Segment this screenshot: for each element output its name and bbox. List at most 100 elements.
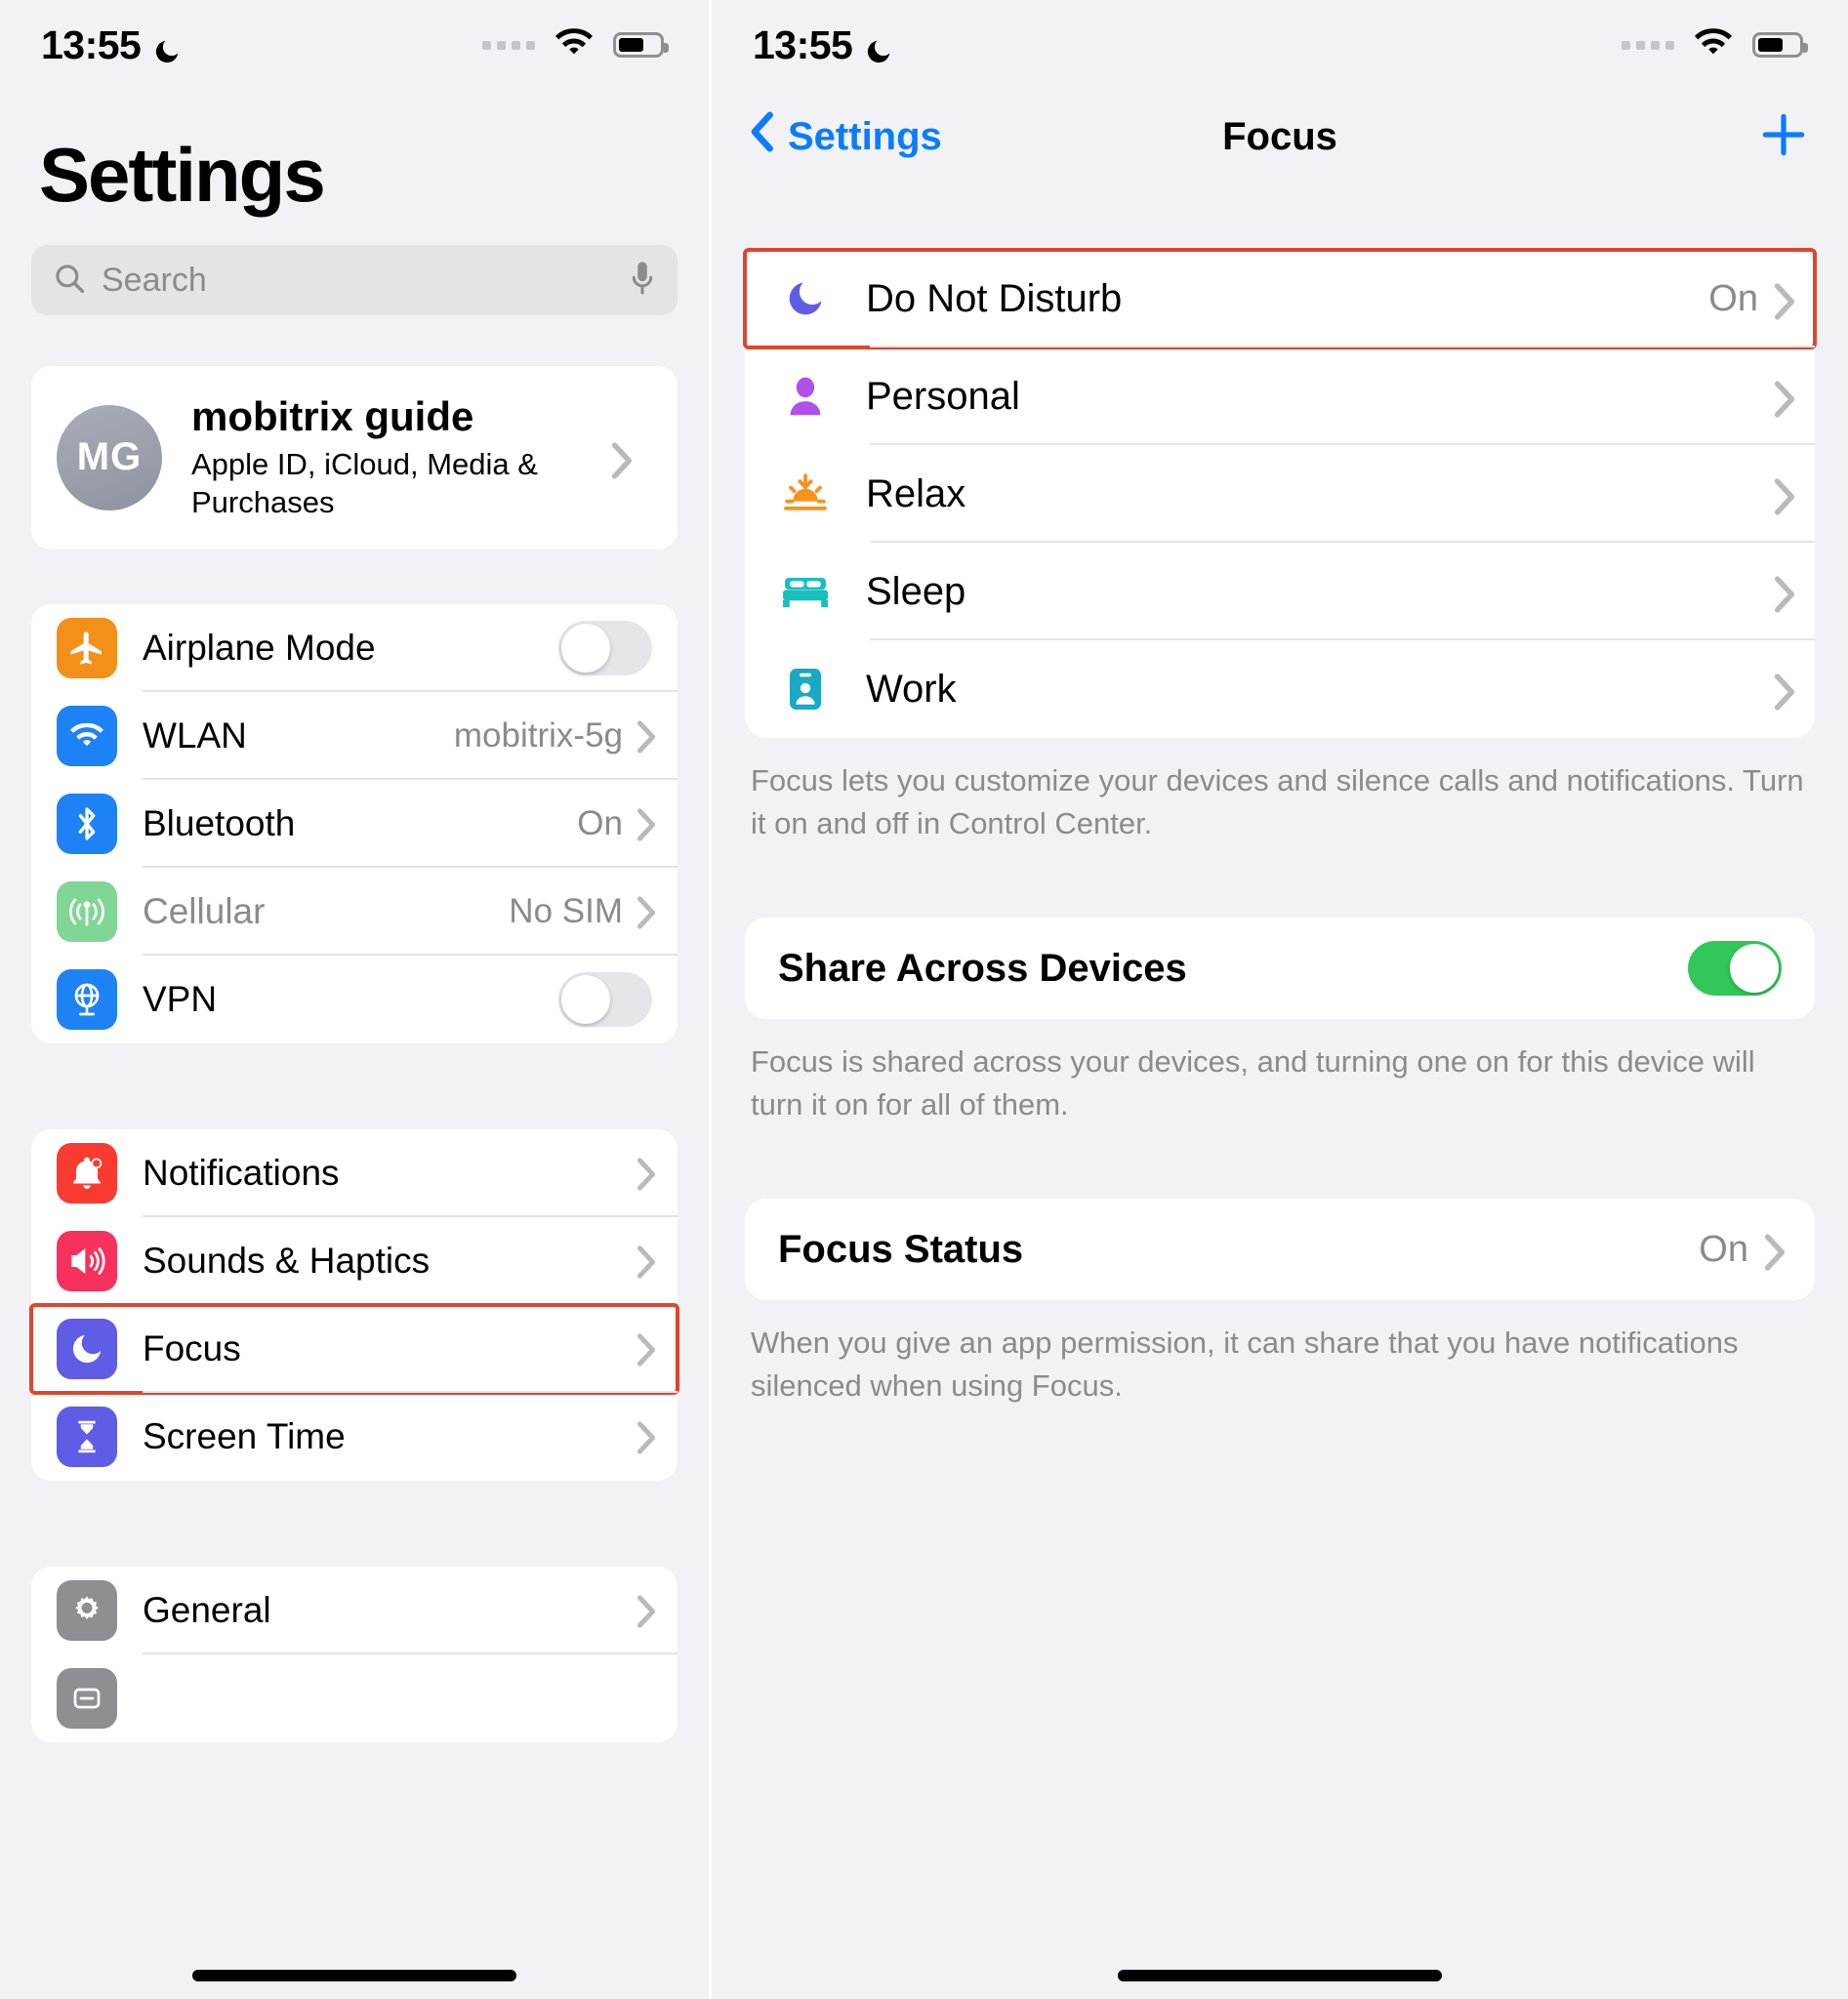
crescent-moon-icon (152, 30, 182, 63)
search-icon (53, 262, 86, 300)
chevron-right-icon (637, 719, 656, 754)
badge-id-icon (774, 667, 837, 712)
share-across-devices-card: Share Across Devices (745, 918, 1815, 1020)
microphone-icon[interactable] (629, 260, 656, 302)
airplane-mode-toggle[interactable] (558, 620, 652, 675)
chevron-right-icon (637, 1157, 656, 1191)
signal-dots-icon (1622, 40, 1674, 50)
chevron-left-icon (751, 111, 774, 162)
settings-row-label: Screen Time (143, 1415, 346, 1456)
chevron-right-icon (611, 442, 633, 479)
bed-icon (774, 572, 837, 611)
share-footnote: Focus is shared across your devices, and… (751, 1044, 1755, 1122)
settings-row-sounds-haptics[interactable]: Sounds & Haptics (31, 1217, 678, 1305)
status-time-left: 13:55 (41, 22, 182, 68)
home-indicator-right (1118, 1970, 1442, 1981)
plus-icon[interactable] (1758, 109, 1809, 165)
share-across-devices-toggle[interactable] (1688, 941, 1782, 997)
control-center-icon (57, 1667, 117, 1729)
wifi-icon (57, 705, 117, 766)
chevron-right-icon (637, 807, 656, 841)
settings-row-label: Airplane Mode (143, 627, 376, 668)
focus-row-sleep[interactable]: Sleep (745, 543, 1815, 640)
settings-row-vpn[interactable]: VPN (31, 956, 678, 1043)
focus-row-label: Relax (866, 471, 966, 515)
status-bar-left: 13:55 (0, 0, 709, 90)
settings-row-label: Bluetooth (143, 802, 296, 843)
focus-status-value: On (1699, 1228, 1748, 1270)
crescent-moon-icon (864, 30, 893, 63)
settings-row-cellular[interactable]: Cellular No SIM (31, 868, 678, 956)
bluetooth-icon (57, 793, 117, 854)
settings-row-label: Cellular (143, 890, 266, 931)
chevron-right-icon (637, 1420, 656, 1454)
focus-status-label: Focus Status (778, 1227, 1024, 1271)
focus-row-value: On (1708, 277, 1758, 319)
settings-row-screen-time[interactable]: Screen Time (31, 1393, 678, 1481)
crescent-moon-icon (774, 277, 837, 320)
settings-row-focus[interactable]: Focus (29, 1302, 679, 1395)
chevron-right-icon (1764, 1234, 1786, 1271)
settings-row-airplane-mode[interactable]: Airplane Mode (31, 604, 678, 692)
focus-row-label: Do Not Disturb (866, 276, 1123, 320)
chevron-right-icon (1774, 381, 1795, 418)
settings-row-bluetooth[interactable]: Bluetooth On (31, 780, 678, 868)
back-label: Settings (788, 114, 942, 158)
chevron-right-icon (637, 1244, 656, 1279)
status-icons-right (1622, 27, 1808, 63)
focus-row-label: Sleep (866, 569, 966, 613)
status-icons-left (482, 27, 669, 63)
sunrise-icon (774, 472, 837, 515)
cellular-icon (57, 880, 117, 942)
focus-row-do-not-disturb[interactable]: Do Not Disturb On (743, 248, 1817, 349)
settings-row-value: On (577, 803, 623, 842)
focus-row-relax[interactable]: Relax (745, 445, 1815, 543)
connectivity-group: Airplane Mode WLAN mobitrix-5g Bluetooth… (31, 603, 678, 1043)
dual-screenshot: 13:55 Settings Search MG mobitrix guide … (0, 0, 1848, 1999)
account-row[interactable]: MG mobitrix guide Apple ID, iCloud, Medi… (31, 366, 678, 550)
search-placeholder: Search (102, 261, 207, 299)
chevron-right-icon (1774, 576, 1795, 613)
focus-status-card: Focus Status On (745, 1199, 1815, 1301)
navigation-bar: Settings Focus (712, 90, 1848, 184)
hourglass-icon (57, 1406, 117, 1467)
battery-icon (1752, 32, 1808, 58)
account-card[interactable]: MG mobitrix guide Apple ID, iCloud, Medi… (31, 366, 678, 550)
avatar: MG (57, 404, 162, 510)
settings-row-label: VPN (143, 978, 218, 1019)
settings-row-general[interactable]: General (31, 1567, 678, 1654)
settings-row-partial[interactable] (31, 1654, 678, 1742)
vpn-globe-icon (57, 968, 117, 1030)
bell-icon (57, 1142, 117, 1203)
back-button[interactable]: Settings (751, 111, 942, 162)
home-indicator-left (192, 1970, 516, 1981)
search-input[interactable]: Search (31, 245, 678, 315)
account-text: mobitrix guide Apple ID, iCloud, Media &… (191, 393, 611, 522)
settings-row-label: Focus (143, 1327, 241, 1368)
chevron-right-icon (637, 1332, 656, 1367)
wifi-icon (1692, 27, 1735, 63)
account-subtitle: Apple ID, iCloud, Media & Purchases (191, 447, 538, 519)
moon-icon (57, 1318, 117, 1379)
focus-modes-list: Do Not Disturb On Personal Relax Sleep W… (743, 248, 1817, 738)
focus-row-personal[interactable]: Personal (745, 347, 1815, 445)
wifi-icon (553, 27, 595, 63)
focus-screen: 13:55 Settings Focus Do Not Disturb On P… (709, 0, 1848, 1999)
settings-row-value: No SIM (509, 891, 623, 930)
vpn-toggle[interactable] (558, 971, 652, 1027)
status-bar-right: 13:55 (712, 0, 1848, 90)
system-group: Notifications Sounds & Haptics Focus Scr… (29, 1128, 679, 1481)
airplane-icon (57, 617, 117, 678)
account-name: mobitrix guide (191, 393, 474, 439)
status-time-text: 13:55 (753, 21, 853, 67)
share-across-devices-row[interactable]: Share Across Devices (745, 918, 1815, 1019)
settings-row-notifications[interactable]: Notifications (31, 1129, 678, 1217)
focus-status-row[interactable]: Focus Status On (745, 1199, 1815, 1300)
settings-row-wlan[interactable]: WLAN mobitrix-5g (31, 692, 678, 780)
settings-row-label: WLAN (143, 714, 247, 755)
status-time-right: 13:55 (753, 22, 893, 68)
focus-row-work[interactable]: Work (745, 640, 1815, 738)
settings-row-label: Sounds & Haptics (143, 1240, 431, 1281)
chevron-right-icon (637, 895, 656, 929)
battery-icon (613, 32, 669, 58)
